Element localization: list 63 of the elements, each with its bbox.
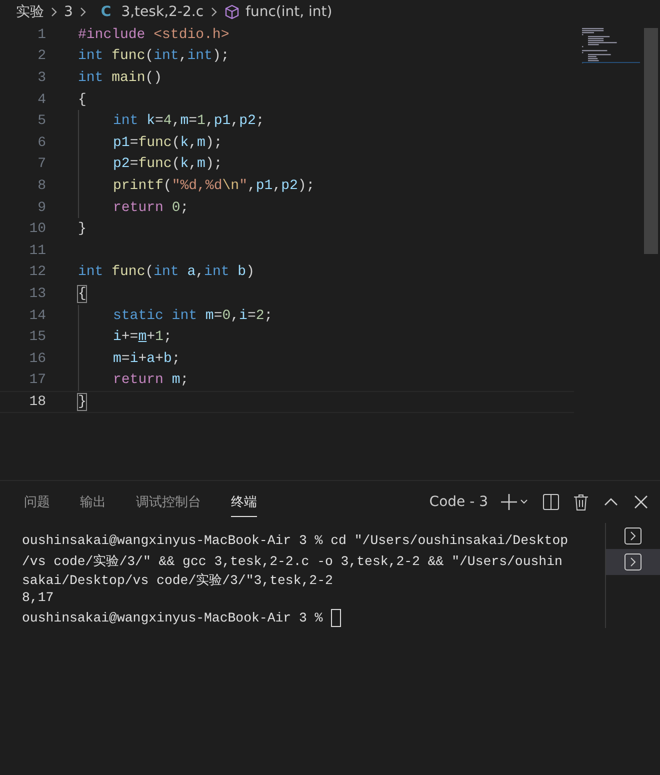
breadcrumb-item[interactable]: 实验 <box>16 3 44 21</box>
code-line: return m; <box>113 371 189 390</box>
line-number: 6 <box>36 134 47 151</box>
panel-tab[interactable]: 输出 <box>80 487 106 517</box>
terminal-cursor <box>330 609 341 627</box>
c-file-icon: C <box>100 4 112 20</box>
code-line: printf("%d,%d\n",p1,p2); <box>113 176 315 196</box>
terminal-prompt: oushinsakai@wangxinyus-MacBook-Air 3 % <box>22 610 323 626</box>
close-icon[interactable] <box>632 493 650 511</box>
line-number: 9 <box>36 200 47 216</box>
terminal-selector[interactable]: Code - 3 <box>423 494 488 510</box>
terminal-line: /vs code/实验/3/" && gcc 3,tesk,2-2.c -o 3,tesk,2-2 && "/Users/oushin <box>22 553 564 571</box>
line-number: 11 <box>28 242 47 259</box>
scrollbar[interactable] <box>644 28 658 254</box>
line-number: 17 <box>28 372 47 388</box>
chevron-icon <box>50 7 58 17</box>
line-number: 13 <box>28 286 47 302</box>
breadcrumb-item[interactable]: 3 <box>64 4 73 20</box>
terminal-line: 8,17 <box>22 590 55 607</box>
code-line: i+=m+1; <box>113 328 172 348</box>
line-number: 10 <box>28 221 47 238</box>
terminal-icon <box>624 553 642 571</box>
code-line: #include <stdio.h> <box>78 26 230 45</box>
chevron-icon <box>210 7 218 17</box>
code-line: int main() <box>78 68 162 88</box>
terminal-line: oushinsakai@wangxinyus-MacBook-Air 3 % cd "/Users/oushinsakai/Desktop <box>22 533 570 550</box>
code-line: static int m=0,i=2; <box>113 306 273 326</box>
line-number: 2 <box>36 48 47 64</box>
line-number: 18 <box>28 394 47 410</box>
line-number: 4 <box>36 92 47 108</box>
terminal-line: sakai/Desktop/vs code/实验/3/"3,tesk,2-2 <box>22 572 334 590</box>
panel-tab[interactable]: 问题 <box>24 487 50 517</box>
breadcrumb-item[interactable]: 3,tesk,2-2.c <box>121 4 204 20</box>
line-number: 8 <box>36 178 47 194</box>
chevron-icon <box>78 7 87 17</box>
terminal-icon <box>624 527 642 545</box>
code-line: m=i+a+b; <box>113 350 180 369</box>
cube-icon <box>224 4 240 20</box>
code-line: { <box>78 284 86 304</box>
trash-icon[interactable] <box>572 493 590 511</box>
code-line: int func(int a,int b) <box>78 263 254 282</box>
code-line: p1=func(k,m); <box>113 134 222 153</box>
line-number: 3 <box>36 70 47 86</box>
code-line: p2=func(k,m); <box>113 155 222 174</box>
line-number: 12 <box>28 264 47 280</box>
code-line: int k=4,m=1,p1,p2; <box>113 112 264 132</box>
line-number: 1 <box>36 26 47 43</box>
line-number: 16 <box>28 350 47 367</box>
code-line: } <box>78 393 86 412</box>
line-number: 14 <box>28 308 47 324</box>
line-number: 15 <box>28 329 47 346</box>
breadcrumb-item[interactable]: func(int, int) <box>246 4 332 20</box>
terminal-list-item[interactable] <box>606 549 660 575</box>
panel-tab[interactable]: 调试控制台 <box>136 487 201 517</box>
code-line: int func(int,int); <box>78 47 230 66</box>
code-line: } <box>78 220 86 240</box>
code-line: { <box>78 90 86 110</box>
split-icon[interactable] <box>542 493 560 511</box>
code-line: return 0; <box>113 198 189 218</box>
panel-tab[interactable]: 终端 <box>231 487 257 517</box>
line-number: 7 <box>36 156 47 172</box>
line-number: 5 <box>36 113 47 130</box>
new-terminal-button[interactable] <box>500 493 530 511</box>
